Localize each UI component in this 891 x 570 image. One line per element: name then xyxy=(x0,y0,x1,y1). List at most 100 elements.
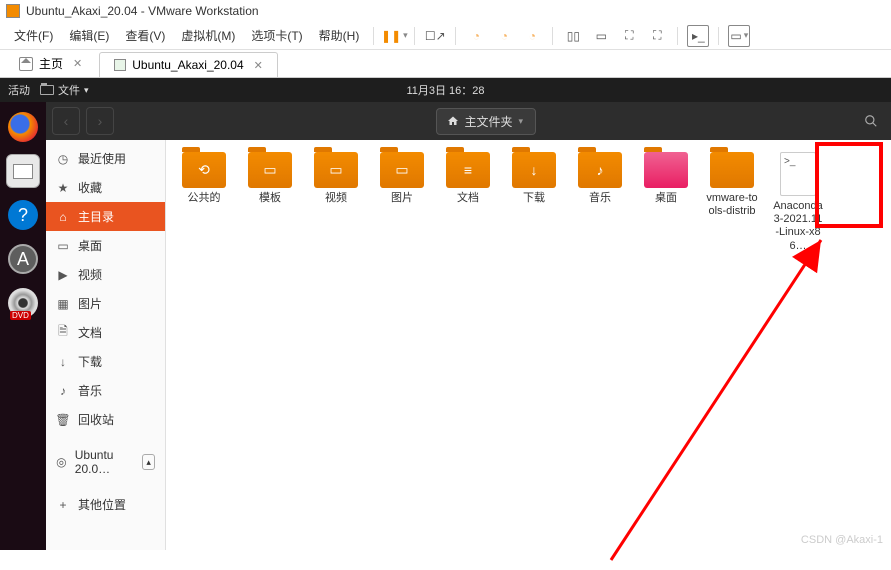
folder-vmware-tools[interactable]: vmware-tools-distrib xyxy=(706,152,758,253)
separator xyxy=(455,27,456,45)
nav-back-button[interactable]: ‹ xyxy=(52,107,80,135)
sidebar-starred[interactable]: ★收藏 xyxy=(46,173,165,202)
sidebar-recent[interactable]: ◷最近使用 xyxy=(46,144,165,173)
eject-button[interactable]: ▴ xyxy=(142,454,155,470)
menu-view[interactable]: 查看(V) xyxy=(117,27,173,44)
close-icon[interactable]: ✕ xyxy=(73,57,82,70)
folder-icon: ▭ xyxy=(248,152,292,188)
menu-edit[interactable]: 编辑(E) xyxy=(61,27,117,44)
annotation-highlight xyxy=(815,142,883,228)
dvd-icon: DVD xyxy=(8,288,38,318)
folder-videos[interactable]: ▭视频 xyxy=(310,152,362,253)
menu-file[interactable]: 文件(F) xyxy=(6,27,61,44)
dock-help[interactable]: ? xyxy=(6,198,40,232)
menu-help[interactable]: 帮助(H) xyxy=(311,27,368,44)
view-unity-button[interactable]: ⛶ xyxy=(618,25,640,47)
view-console-button[interactable]: ▭ xyxy=(590,25,612,47)
nautilus-body: ◷最近使用 ★收藏 ⌂主目录 ▭桌面 ▶视频 ▦图片 🗎文档 ↓下载 ♪音乐 🗑… xyxy=(46,140,891,550)
sidebar-music[interactable]: ♪音乐 xyxy=(46,376,165,405)
activities-button[interactable]: 活动 xyxy=(8,82,30,98)
snapshot-take-button[interactable]: ◔ xyxy=(465,25,487,47)
sidebar-disk[interactable]: ◎Ubuntu 20.0…▴ xyxy=(46,442,165,482)
firefox-icon xyxy=(8,112,38,142)
nav-forward-button[interactable]: › xyxy=(86,107,114,135)
folder-pictures[interactable]: ▭图片 xyxy=(376,152,428,253)
home-icon: ⌂ xyxy=(56,210,70,224)
dock-updates[interactable]: A xyxy=(6,242,40,276)
update-icon: A xyxy=(8,244,38,274)
pause-button[interactable]: ❚❚▾ xyxy=(383,25,405,47)
sidebar-documents[interactable]: 🗎文档 xyxy=(46,318,165,347)
vm-title-bar: Ubuntu_Akaxi_20.04 - VMware Workstation xyxy=(0,0,891,22)
search-icon xyxy=(864,114,878,128)
files-icon xyxy=(13,164,33,179)
folder-music[interactable]: ♪音乐 xyxy=(574,152,626,253)
files-label: 文件 xyxy=(58,82,80,98)
picture-icon: ▦ xyxy=(56,297,70,311)
nautilus-window: ‹ › 主文件夹 ▾ ◷最近使用 ★收藏 ⌂主目录 ▭桌面 ▶视频 ▦图片 xyxy=(46,102,891,550)
folder-public[interactable]: ⟲公共的 xyxy=(178,152,230,253)
script-file-icon: >_ xyxy=(780,152,816,196)
menu-tabs[interactable]: 选项卡(T) xyxy=(243,27,310,44)
folder-icon: ⟲ xyxy=(182,152,226,188)
folder-templates[interactable]: ▭模板 xyxy=(244,152,296,253)
separator xyxy=(414,27,415,45)
snapshot-revert-button[interactable]: ◔ xyxy=(493,25,515,47)
nautilus-sidebar: ◷最近使用 ★收藏 ⌂主目录 ▭桌面 ▶视频 ▦图片 🗎文档 ↓下载 ♪音乐 🗑… xyxy=(46,140,166,550)
folder-downloads[interactable]: ↓下载 xyxy=(508,152,560,253)
fullscreen-button[interactable]: ⛶ xyxy=(646,25,668,47)
dock-dvd[interactable]: DVD xyxy=(6,286,40,320)
chevron-down-icon: ▾ xyxy=(519,116,524,127)
video-icon: ▶ xyxy=(56,268,70,282)
trash-icon: 🗑 xyxy=(56,413,70,427)
folder-icon xyxy=(710,152,754,188)
menu-vm[interactable]: 虚拟机(M) xyxy=(173,27,243,44)
tab-home[interactable]: 主页 ✕ xyxy=(4,49,97,77)
plus-icon: + xyxy=(56,498,70,512)
tab-ubuntu[interactable]: Ubuntu_Akaxi_20.04 ✕ xyxy=(99,52,278,77)
vm-tabs: 主页 ✕ Ubuntu_Akaxi_20.04 ✕ xyxy=(0,50,891,78)
desktop-icon: ▭ xyxy=(56,239,70,253)
folder-icon: ♪ xyxy=(578,152,622,188)
disk-icon: ◎ xyxy=(56,455,67,469)
watermark: CSDN @Akaxi-1 xyxy=(801,534,883,546)
separator xyxy=(373,27,374,45)
folder-desktop[interactable]: 桌面 xyxy=(640,152,692,253)
sidebar-trash[interactable]: 🗑回收站 xyxy=(46,405,165,434)
snapshot-manage-button[interactable]: ◔ xyxy=(521,25,543,47)
folder-icon: ▭ xyxy=(314,152,358,188)
search-button[interactable] xyxy=(857,107,885,135)
nautilus-header: ‹ › 主文件夹 ▾ xyxy=(46,102,891,140)
sidebar-desktop[interactable]: ▭桌面 xyxy=(46,231,165,260)
sidebar-downloads[interactable]: ↓下载 xyxy=(46,347,165,376)
ubuntu-topbar: 活动 文件 ▾ 11月3日 16：28 xyxy=(0,78,891,102)
vm-menu-bar: 文件(F) 编辑(E) 查看(V) 虚拟机(M) 选项卡(T) 帮助(H) ❚❚… xyxy=(0,22,891,50)
home-icon xyxy=(19,57,33,71)
path-bar[interactable]: 主文件夹 ▾ xyxy=(436,108,536,135)
vmware-logo-icon xyxy=(6,4,20,18)
sidebar-home[interactable]: ⌂主目录 xyxy=(46,202,165,231)
files-app-indicator[interactable]: 文件 ▾ xyxy=(40,82,89,98)
clock-icon: ◷ xyxy=(56,152,70,166)
nautilus-content[interactable]: ⟲公共的 ▭模板 ▭视频 ▭图片 ≡文档 ↓下载 ♪音乐 桌面 vmware-t… xyxy=(166,140,891,550)
music-icon: ♪ xyxy=(56,384,70,398)
clock[interactable]: 11月3日 16：28 xyxy=(406,82,484,98)
close-icon[interactable]: ✕ xyxy=(254,59,263,72)
view-single-button[interactable]: ▯▯ xyxy=(562,25,584,47)
sidebar-pictures[interactable]: ▦图片 xyxy=(46,289,165,318)
screen-button[interactable]: ▭▾ xyxy=(728,25,750,47)
dock-firefox[interactable] xyxy=(6,110,40,144)
folder-documents[interactable]: ≡文档 xyxy=(442,152,494,253)
ubuntu-dock: ? A DVD xyxy=(0,102,46,550)
folder-icon: ▭ xyxy=(380,152,424,188)
chevron-down-icon: ▾ xyxy=(84,85,89,96)
dock-files[interactable] xyxy=(6,154,40,188)
vm-display: 活动 文件 ▾ 11月3日 16：28 ? A DVD ‹ › 主文件夹 ▾ xyxy=(0,78,891,550)
send-ctrl-alt-del-button[interactable]: ☐↗ xyxy=(424,25,446,47)
sidebar-videos[interactable]: ▶视频 xyxy=(46,260,165,289)
separator xyxy=(718,27,719,45)
folder-icon: ↓ xyxy=(512,152,556,188)
sidebar-other[interactable]: +其他位置 xyxy=(46,490,165,519)
quick-console-button[interactable]: ▸_ xyxy=(687,25,709,47)
help-icon: ? xyxy=(8,200,38,230)
